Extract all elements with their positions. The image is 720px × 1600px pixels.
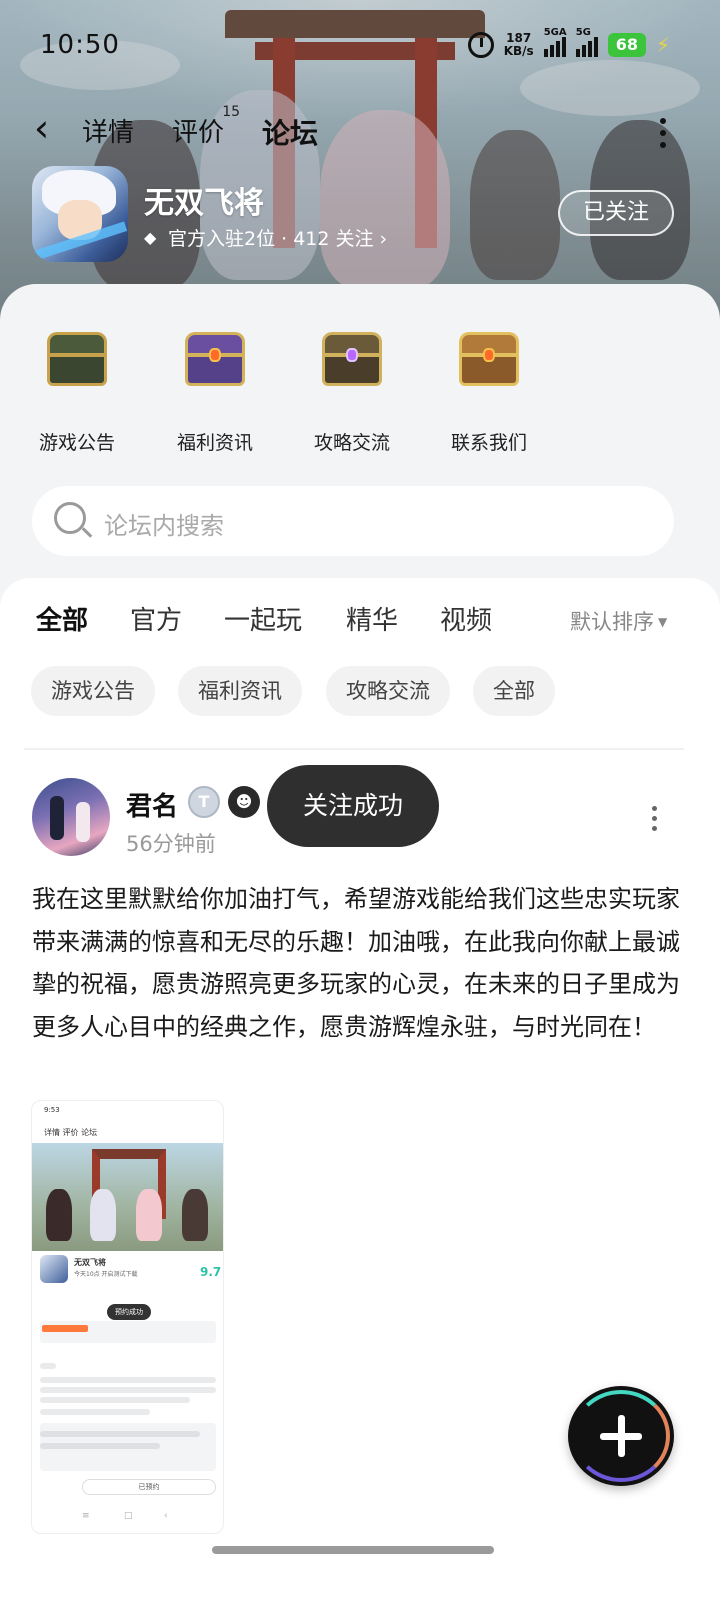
feed-tab-featured[interactable]: 精华 [346, 600, 398, 637]
category-contact[interactable]: 联系我们 [434, 326, 544, 455]
chest-icon [179, 326, 251, 388]
back-arrow-icon[interactable]: ‹ [34, 109, 68, 150]
home-indicator[interactable] [212, 1546, 494, 1554]
chest-icon [41, 326, 113, 388]
sort-dropdown[interactable]: 默认排序 ▼ [570, 606, 667, 636]
post-image-thumbnail[interactable]: 9:53 详情 评价 论坛 无双飞将 今天10点 开启测试下载 9.7 预约成功… [31, 1100, 224, 1534]
category-guides[interactable]: 攻略交流 [297, 326, 407, 455]
game-title[interactable]: 无双飞将 [144, 178, 264, 222]
author-name[interactable]: 君名 [126, 786, 178, 823]
feed-tab-video[interactable]: 视频 [440, 600, 492, 637]
forum-search-input[interactable]: 论坛内搜索 [32, 486, 674, 556]
network-speed: 187 KB/s [503, 31, 534, 58]
author-avatar[interactable] [32, 778, 110, 856]
search-icon [54, 502, 86, 534]
feed-tab-all[interactable]: 全部 [36, 600, 88, 639]
filter-chip-announcements[interactable]: 游戏公告 [31, 666, 155, 716]
filter-chip-all[interactable]: 全部 [473, 666, 555, 716]
followed-button[interactable]: 已关注 [558, 190, 674, 236]
post-body[interactable]: 我在这里默默给你加油打气，希望游戏能给我们这些忠实玩家带来满满的惊喜和无尽的乐趣… [32, 878, 692, 1048]
filter-chip-guides[interactable]: 攻略交流 [326, 666, 450, 716]
game-meta-link[interactable]: 官方入驻2位 · 412 关注 › [144, 224, 387, 251]
post-time: 56分钟前 [126, 832, 216, 856]
post-more-icon[interactable] [652, 806, 657, 831]
battery-indicator: 68 [607, 33, 646, 57]
category-welfare[interactable]: 福利资讯 [160, 326, 270, 455]
create-post-plus-icon[interactable] [568, 1386, 674, 1486]
alarm-icon [467, 32, 494, 58]
divider [24, 748, 684, 750]
feed-tab-official[interactable]: 官方 [130, 600, 182, 637]
tab-reviews[interactable]: 评价 15 [172, 104, 240, 149]
game-app-icon[interactable] [32, 166, 128, 262]
charging-icon: ⚡ [655, 33, 670, 57]
diamond-icon [144, 228, 162, 247]
chest-icon [316, 326, 388, 388]
toast-follow-success: 关注成功 [267, 765, 439, 847]
review-count-badge: 15 [222, 104, 241, 120]
filter-chip-welfare[interactable]: 福利资讯 [178, 666, 302, 716]
chest-icon [453, 326, 525, 388]
caret-down-icon: ▼ [658, 615, 668, 629]
feed-tab-play-together[interactable]: 一起玩 [224, 600, 302, 637]
user-medal-icon: ☻ [228, 786, 260, 818]
level-badge-icon: T [188, 786, 220, 818]
category-announcements[interactable]: 游戏公告 [22, 326, 132, 455]
signal-5g-icon: 5G [575, 27, 598, 57]
tab-detail[interactable]: 详情 [82, 112, 134, 149]
top-nav: ‹ 详情 评价 15 论坛 [0, 100, 720, 160]
more-options-icon[interactable] [660, 118, 666, 148]
status-time: 10:50 [40, 30, 120, 60]
signal-5ga-icon: 5GA [543, 27, 567, 57]
status-bar: 10:50 187 KB/s 5GA 5G 68 ⚡ [0, 0, 720, 92]
tab-forum[interactable]: 论坛 [262, 112, 318, 156]
